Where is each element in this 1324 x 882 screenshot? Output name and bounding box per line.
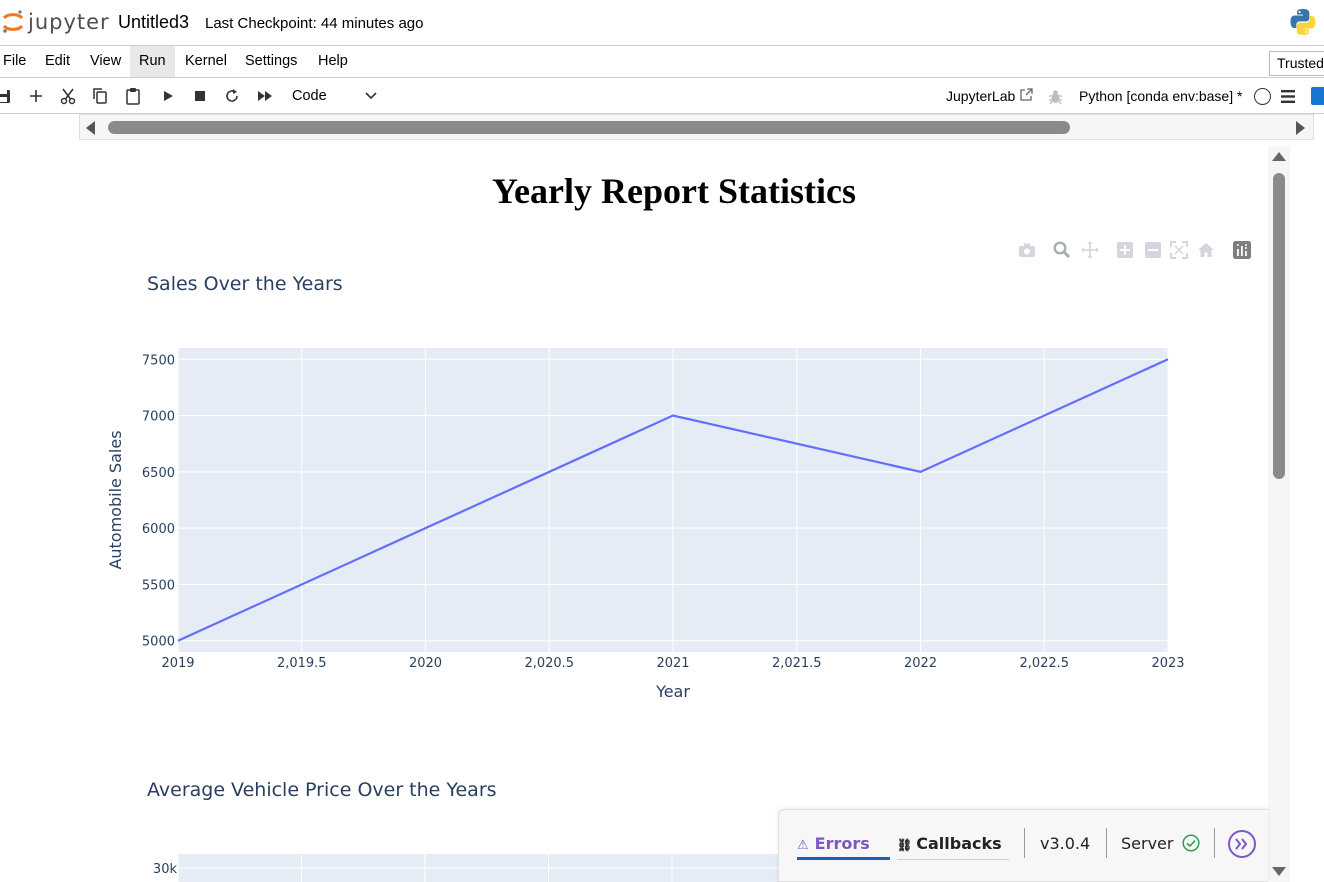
x-tick-label: 2,019.5 bbox=[277, 656, 327, 671]
plotly-logo-icon[interactable] bbox=[1232, 240, 1252, 260]
y-tick-label: 5000 bbox=[142, 635, 175, 650]
kernel-status-icon bbox=[1254, 88, 1271, 105]
vertical-scrollbar[interactable] bbox=[1268, 146, 1290, 882]
scroll-down-icon[interactable] bbox=[1272, 867, 1286, 876]
jupyter-logo-text: jupyter bbox=[28, 10, 110, 34]
cell-type-value: Code bbox=[292, 88, 327, 104]
horizontal-scroll-thumb[interactable] bbox=[108, 121, 1070, 134]
hamburger-menu-icon[interactable] bbox=[1280, 89, 1296, 104]
save-icon[interactable] bbox=[0, 86, 14, 106]
trusted-badge[interactable]: Trusted bbox=[1269, 51, 1324, 76]
external-link-icon bbox=[1020, 88, 1033, 101]
report-title: Yearly Report Statistics bbox=[492, 171, 856, 211]
cut-icon[interactable] bbox=[58, 86, 78, 106]
scroll-up-icon[interactable] bbox=[1272, 152, 1286, 161]
autoscale-icon[interactable] bbox=[1169, 240, 1189, 260]
x-tick-label: 2021 bbox=[656, 656, 689, 671]
x-tick-label: 2,022.5 bbox=[1019, 656, 1069, 671]
jupyterlab-link[interactable]: JupyterLab bbox=[946, 88, 1015, 104]
menubar: File Edit View Run Kernel Settings Help … bbox=[0, 46, 1324, 78]
debugger-bug-icon[interactable] bbox=[1047, 88, 1064, 105]
horizontal-scrollbar[interactable] bbox=[79, 114, 1314, 140]
top-header: jupyter Untitled3 Last Checkpoint: 44 mi… bbox=[0, 0, 1324, 46]
scroll-right-icon[interactable] bbox=[1296, 121, 1305, 135]
notebook-toolbar: Code JupyterLab Python [conda env:base] … bbox=[0, 79, 1324, 114]
warning-icon: ⚠ bbox=[797, 838, 809, 853]
y-tick-label: 7500 bbox=[142, 353, 175, 368]
scroll-left-icon[interactable] bbox=[86, 121, 95, 135]
camera-icon[interactable] bbox=[1017, 240, 1037, 260]
server-ok-icon bbox=[1182, 834, 1200, 852]
pan-icon[interactable] bbox=[1080, 240, 1100, 260]
callbacks-tab[interactable]: ⛓ Callbacks bbox=[897, 834, 1009, 860]
last-checkpoint: Last Checkpoint: 44 minutes ago bbox=[205, 15, 424, 32]
copy-icon[interactable] bbox=[90, 86, 110, 106]
zoom-out-icon[interactable] bbox=[1143, 240, 1163, 260]
y-tick-label: 6500 bbox=[142, 466, 175, 481]
server-label: Server bbox=[1121, 834, 1174, 853]
stop-icon[interactable] bbox=[190, 86, 210, 106]
errors-tab[interactable]: ⚠ Errors bbox=[797, 834, 890, 860]
menu-help[interactable]: Help bbox=[309, 46, 357, 77]
run-icon[interactable] bbox=[158, 86, 178, 106]
x-axis-title: Year bbox=[655, 682, 690, 701]
restart-icon[interactable] bbox=[222, 86, 242, 106]
y-tick-label: 6000 bbox=[142, 522, 175, 537]
chevron-down-icon bbox=[365, 92, 377, 100]
notebook-title[interactable]: Untitled3 bbox=[118, 12, 189, 33]
paste-icon[interactable] bbox=[123, 86, 143, 106]
y-tick-label: 30k bbox=[153, 862, 178, 877]
python-logo-icon bbox=[1290, 9, 1316, 35]
kernel-name[interactable]: Python [conda env:base] * bbox=[1079, 88, 1242, 104]
callbacks-label: Callbacks bbox=[916, 834, 1002, 853]
menu-view[interactable]: View bbox=[81, 46, 130, 77]
expand-debug-button[interactable] bbox=[1228, 830, 1256, 858]
cell-type-select[interactable]: Code bbox=[286, 85, 382, 108]
reset-axes-icon[interactable] bbox=[1196, 240, 1216, 260]
dash-version: v3.0.4 bbox=[1040, 834, 1091, 853]
y-tick-label: 7000 bbox=[142, 410, 175, 425]
vertical-scroll-thumb[interactable] bbox=[1273, 173, 1285, 479]
callback-graph-icon: ⛓ bbox=[897, 838, 913, 852]
separator bbox=[1024, 828, 1025, 858]
x-tick-label: 2019 bbox=[161, 656, 194, 671]
separator bbox=[1106, 828, 1107, 858]
zoom-icon[interactable] bbox=[1052, 240, 1072, 260]
separator bbox=[1214, 828, 1215, 858]
property-inspector-icon[interactable] bbox=[1311, 87, 1324, 105]
run-all-icon[interactable] bbox=[255, 86, 275, 106]
x-tick-label: 2,021.5 bbox=[772, 656, 822, 671]
zoom-in-icon[interactable] bbox=[1115, 240, 1135, 260]
x-tick-label: 2022 bbox=[904, 656, 937, 671]
y-tick-label: 5500 bbox=[142, 578, 175, 593]
chart-title-price: Average Vehicle Price Over the Years bbox=[147, 779, 497, 801]
x-tick-label: 2020 bbox=[409, 656, 442, 671]
plotly-modebar bbox=[1014, 240, 1259, 262]
add-cell-icon[interactable] bbox=[26, 86, 46, 106]
x-tick-label: 2,020.5 bbox=[524, 656, 574, 671]
chevrons-right-icon bbox=[1235, 838, 1248, 850]
jupyter-logo-icon bbox=[2, 10, 24, 33]
errors-label: Errors bbox=[814, 834, 870, 853]
sales-line-chart[interactable]: 5000 5500 6000 6500 7000 7500 2019 2,019.5 2020 2… bbox=[100, 330, 1210, 710]
menu-edit[interactable]: Edit bbox=[36, 46, 79, 77]
menu-run[interactable]: Run bbox=[130, 46, 175, 77]
y-axis-title: Automobile Sales bbox=[106, 430, 125, 569]
menu-file[interactable]: File bbox=[0, 46, 35, 77]
dash-debug-menu: ⚠ Errors ⛓ Callbacks v3.0.4 Server bbox=[778, 809, 1268, 882]
x-tick-label: 2023 bbox=[1151, 656, 1184, 671]
menu-kernel[interactable]: Kernel bbox=[176, 46, 236, 77]
menu-settings[interactable]: Settings bbox=[236, 46, 306, 77]
chart-title-sales: Sales Over the Years bbox=[147, 273, 343, 295]
jupyter-logo[interactable]: jupyter bbox=[0, 6, 110, 38]
